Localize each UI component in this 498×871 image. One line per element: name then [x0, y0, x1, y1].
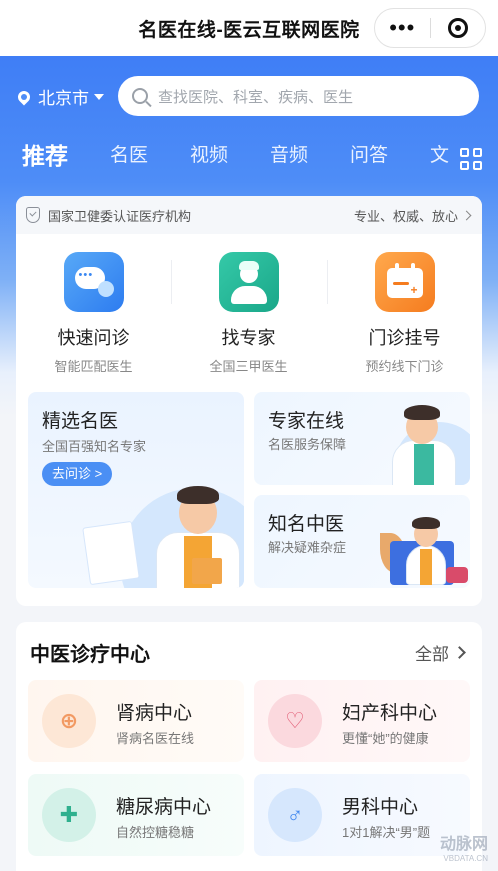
doctor-illustration	[382, 402, 468, 485]
target-icon	[447, 18, 468, 38]
tab-recommend[interactable]: 推荐	[22, 136, 68, 176]
service-outpatient-registration[interactable]: + 门诊挂号 预约线下门诊	[327, 252, 482, 375]
center-sub: 更懂“她”的健康	[342, 731, 429, 746]
medical-bag-icon	[446, 567, 468, 583]
consult-button[interactable]: 去问诊 >	[42, 462, 113, 486]
tab-video[interactable]: 视频	[190, 136, 228, 176]
uterus-icon: ♡	[268, 694, 322, 748]
feature-sub: 解决疑难杂症	[268, 540, 347, 555]
services-card: 国家卫健委认证医疗机构 专业、权威、放心 快速问诊 智能匹配医生 找专家 全国三…	[16, 196, 482, 606]
feature-title: 专家在线	[268, 411, 345, 432]
caret-down-icon	[94, 93, 104, 100]
tab-famous-doctors[interactable]: 名医	[110, 136, 148, 176]
certification-bar[interactable]: 国家卫健委认证医疗机构 专业、权威、放心	[16, 196, 482, 234]
location-selector[interactable]: 北京市	[15, 84, 104, 109]
center-andrology[interactable]: ♂ 男科中心 1对1解决“男”题	[254, 774, 470, 856]
center-sub: 肾病名医在线	[116, 731, 195, 746]
category-tabs: 推荐 名医 视频 音频 问答 文	[0, 136, 498, 180]
tab-audio[interactable]: 音频	[270, 136, 308, 176]
doctor-illustration	[148, 480, 244, 588]
more-button[interactable]: •••	[375, 8, 430, 48]
location-pin-icon	[15, 88, 33, 105]
experts-online-card[interactable]: 专家在线 名医服务保障	[254, 392, 470, 485]
view-all-link[interactable]: 全部	[415, 640, 466, 665]
city-label: 北京市	[38, 89, 89, 108]
feature-sub: 全国百强知名专家	[42, 439, 147, 454]
cert-label: 国家卫健委认证医疗机构	[48, 208, 192, 224]
service-find-expert[interactable]: 找专家 全国三甲医生	[171, 252, 326, 375]
search-icon	[132, 88, 148, 104]
center-name: 妇产科中心	[342, 703, 438, 724]
center-gynecology[interactable]: ♡ 妇产科中心 更懂“她”的健康	[254, 680, 470, 762]
featured-doctors-card[interactable]: 精选名医 全国百强知名专家 去问诊 >	[28, 392, 244, 588]
sperm-icon: ♂	[268, 788, 322, 842]
watermark: 动脉网 VBDATA.CN	[440, 830, 488, 863]
close-miniprogram-button[interactable]	[430, 18, 485, 38]
center-name: 糖尿病中心	[116, 797, 212, 818]
chevron-right-icon	[453, 646, 466, 659]
all-categories-grid-icon[interactable]	[460, 148, 482, 170]
view-all-label: 全部	[415, 645, 449, 664]
center-name: 肾病中心	[116, 703, 193, 724]
watermark-brand: 动脉网	[439, 836, 488, 853]
blood-drop-icon: ✚	[42, 788, 96, 842]
center-name: 男科中心	[342, 797, 419, 818]
service-quick-consult[interactable]: 快速问诊 智能匹配医生	[16, 252, 171, 375]
cert-tagline: 专业、权威、放心	[353, 208, 458, 224]
feature-title: 知名中医	[268, 514, 345, 535]
service-name: 快速问诊	[57, 328, 130, 348]
center-sub: 自然控糖稳糖	[116, 825, 195, 840]
center-sub: 1对1解决“男”题	[342, 825, 431, 840]
service-name: 门诊挂号	[368, 328, 441, 348]
tab-articles[interactable]: 文	[430, 136, 449, 176]
service-sub: 智能匹配医生	[54, 359, 133, 374]
service-sub: 全国三甲医生	[209, 359, 288, 374]
famous-tcm-card[interactable]: 知名中医 解决疑难杂症	[254, 495, 470, 588]
tab-qa[interactable]: 问答	[350, 136, 388, 176]
shield-check-icon	[26, 207, 40, 223]
miniprogram-capsule: •••	[374, 8, 486, 48]
medkit-icon: ⊕	[42, 694, 96, 748]
document-illustration	[82, 520, 140, 586]
center-kidney[interactable]: ⊕ 肾病中心 肾病名医在线	[28, 680, 244, 762]
search-placeholder: 查找医院、科室、疾病、医生	[158, 88, 354, 106]
section-title: 中医诊疗中心	[30, 644, 150, 666]
calendar-icon: +	[374, 252, 435, 312]
feature-sub: 名医服务保障	[268, 437, 347, 452]
service-sub: 预约线下门诊	[365, 359, 444, 374]
service-name: 找专家	[221, 328, 276, 348]
search-input[interactable]: 查找医院、科室、疾病、医生	[118, 76, 479, 116]
tcm-centers-card: 中医诊疗中心 全部 ⊕ 肾病中心 肾病名医在线 ♡ 妇产科中心 更懂“她”的健康…	[16, 622, 482, 871]
chat-bubbles-icon	[63, 252, 124, 312]
watermark-url: VBDATA.CN	[443, 854, 488, 863]
page-title: 名医在线-医云互联网医院	[138, 19, 360, 41]
title-bar: 名医在线-医云互联网医院 •••	[0, 0, 498, 56]
feature-title: 精选名医	[42, 411, 119, 432]
chevron-right-icon	[461, 210, 472, 220]
doctor-icon	[218, 252, 279, 312]
center-diabetes[interactable]: ✚ 糖尿病中心 自然控糖稳糖	[28, 774, 244, 856]
